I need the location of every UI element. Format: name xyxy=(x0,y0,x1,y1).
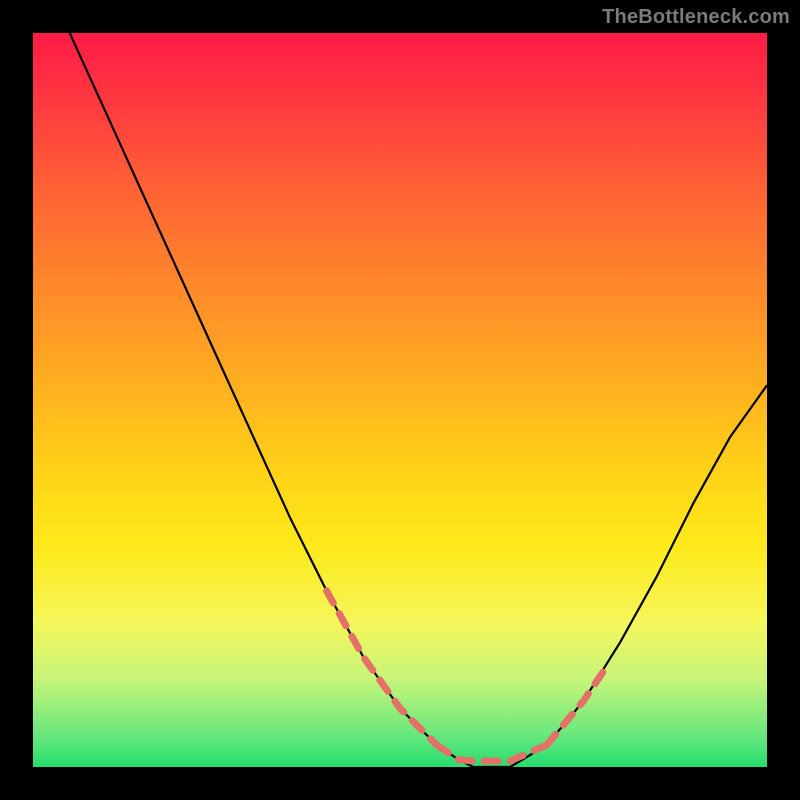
chart-frame: TheBottleneck.com xyxy=(0,0,800,800)
watermark-text: TheBottleneck.com xyxy=(602,6,790,29)
plot-area xyxy=(33,33,767,767)
bottleneck-curve-line xyxy=(70,33,767,767)
dashed-threshold-left xyxy=(327,591,437,745)
curve-svg xyxy=(33,33,767,767)
dashed-threshold-right xyxy=(547,669,605,745)
dashed-valley-floor xyxy=(437,745,547,761)
